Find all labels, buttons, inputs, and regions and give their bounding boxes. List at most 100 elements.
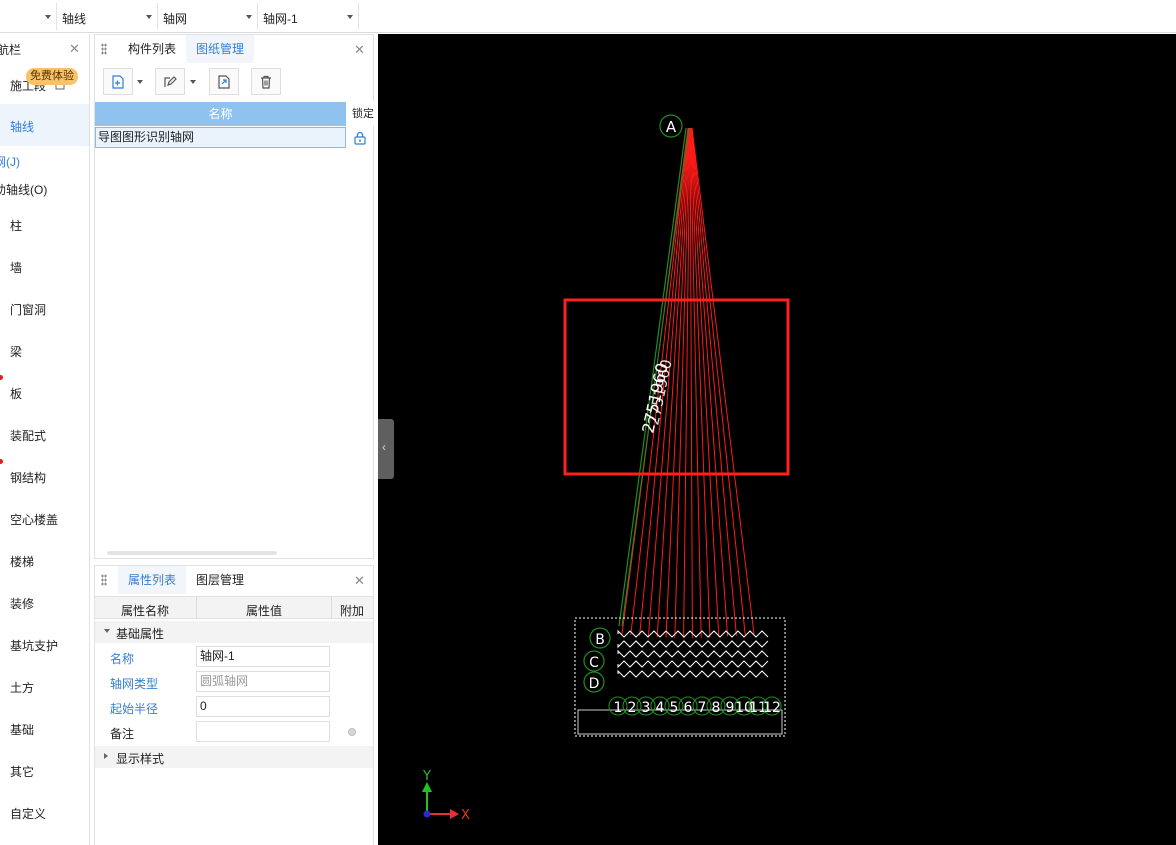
sidebar-item-foundation[interactable]: 基础 [0,707,89,749]
sidebar-item-steel-structure[interactable]: 钢结构 [0,455,89,497]
axis-label-col: 2 [628,700,637,716]
sidebar-item-wall[interactable]: 墙 [0,245,89,287]
app-window: 轴线 轴网 轴网-1 航栏 ✕ 施工段 免费体验 轴线 网(J) [0,0,1176,845]
nav-title: 航栏 [0,43,22,57]
caret-right-icon [104,753,108,759]
sidebar-item-beam[interactable]: 梁 [0,329,89,371]
sidebar-subitem-aux-axis[interactable]: 助轴线(O) [0,181,47,198]
column-divider [196,597,197,619]
group-basic-properties[interactable]: 基础属性 [95,621,373,643]
drawing-frame [574,617,786,737]
x-axis-arrow-icon [450,809,459,819]
tab-component-list[interactable]: 构件列表 [118,35,186,63]
drawing-detail-line [617,640,769,649]
drag-handle-icon[interactable] [101,43,107,55]
sidebar-item-custom[interactable]: 自定义 [0,791,89,833]
sidebar-item-label: 梁 [10,345,23,359]
property-row-name: 名称 轴网-1 [95,645,373,670]
table-row[interactable]: 导图图形识别轴网 [95,127,346,148]
property-panel: 属性列表 图层管理 ✕ 属性名称 属性值 附加 基础属性 名称 轴网-1 轴网类… [94,565,374,845]
sidebar-item-column[interactable]: 柱 [0,203,89,245]
sidebar-item-hollow-floor[interactable]: 空心楼盖 [0,497,89,539]
close-icon[interactable]: ✕ [354,574,365,587]
export-drawing-button[interactable] [209,68,239,95]
column-header-property-value: 属性值 [246,604,283,618]
sidebar-item-earthwork[interactable]: 土方 [0,665,89,707]
close-icon[interactable]: ✕ [354,43,365,56]
edit-icon [164,76,177,87]
axis-label-col: 7 [698,700,707,716]
property-value-input[interactable] [196,721,330,742]
column-header-name[interactable]: 名称 [95,102,346,126]
origin-point [423,810,431,818]
drawing-canvas[interactable]: A 2751960 2751960 B C D 1 2 3 4 5 6 7 8 9 10 11 12 [378,34,1176,845]
sidebar-item-label: 基坑支护 [10,639,59,653]
axis-label-b: B [595,632,605,648]
edit-drawing-dropdown[interactable] [187,68,199,95]
delete-drawing-button[interactable] [251,68,281,95]
layer-dropdown[interactable] [0,3,57,30]
axis-label-col: 1 [614,700,623,716]
group-label: 显示样式 [116,752,165,766]
drawing-detail-line [617,669,769,678]
sidebar-item-pit-support[interactable]: 基坑支护 [0,623,89,665]
attach-checkbox[interactable] [348,728,356,736]
column-header-lock[interactable]: 锁定 [346,102,374,126]
drag-handle-icon[interactable] [101,574,107,586]
instance-dropdown[interactable]: 轴网-1 [259,3,359,30]
component-dropdown[interactable]: 轴网 [159,3,258,30]
tab-layer-management[interactable]: 图层管理 [186,566,254,594]
sidebar-item-decoration[interactable]: 装修 [0,581,89,623]
radial-axis-line [691,127,755,635]
axis-label-col: 3 [642,700,651,716]
tab-drawing-management[interactable]: 图纸管理 [186,35,255,63]
axis-label-a: A [666,118,677,136]
sidebar-item-label: 装修 [10,597,35,611]
sidebar-item-label: 钢结构 [10,471,47,485]
drawing-detail-line [617,660,769,669]
drawing-toolbar [95,65,373,99]
chevron-down-icon [146,15,152,19]
edit-drawing-button[interactable] [155,68,185,95]
tab-property-list[interactable]: 属性列表 [118,566,187,594]
column-header-extra: 附加 [340,604,365,618]
axis-label-col: 9 [726,700,735,716]
radial-axis-line [690,127,720,637]
lock-icon[interactable] [353,131,367,145]
column-axis-bubbles: 1 2 3 4 5 6 7 8 9 101112 [608,696,782,716]
property-row-grid-type: 轴网类型 圆弧轴网 [95,670,373,695]
axis-label-col: 6 [684,700,693,716]
property-name: 轴网类型 [110,677,159,691]
sidebar-item-stairs[interactable]: 楼梯 [0,539,89,581]
chevron-down-icon [137,80,143,84]
cad-viewport[interactable]: A 2751960 2751960 B C D 1 2 3 4 5 6 7 8 9 101112 [378,34,1176,845]
group-display-style[interactable]: 显示样式 [95,746,373,768]
column-header-property-name: 属性名称 [121,604,170,618]
chevron-down-icon [190,80,196,84]
sidebar-item-axis[interactable]: 轴线 [0,104,89,146]
sidebar-item-label: 土方 [10,681,35,695]
property-row-note: 备注 [95,720,373,745]
sidebar-item-door-window[interactable]: 门窗洞 [0,287,89,329]
horizontal-scrollbar[interactable] [107,551,277,555]
axis-label-d: D [589,676,600,692]
close-icon[interactable]: ✕ [69,42,80,55]
sidebar-item-prefab[interactable]: 装配式 [0,413,89,455]
sidebar-item-slab[interactable]: 板 [0,371,89,413]
radial-axis-line [690,127,737,636]
add-drawing-dropdown[interactable] [134,68,146,95]
property-value-input[interactable]: 圆弧轴网 [196,671,330,692]
property-value-input[interactable]: 轴网-1 [196,646,330,667]
sidebar-item-label: 门窗洞 [10,303,47,317]
sidebar-subitem-grid[interactable]: 网(J) [0,153,20,170]
type-dropdown[interactable]: 轴线 [58,3,158,30]
property-value-input[interactable]: 0 [196,696,330,717]
drawing-detail [577,629,783,735]
sidebar-item-label: 墙 [10,261,23,275]
sidebar-item-other[interactable]: 其它 [0,749,89,791]
radial-grid-lines [621,127,755,638]
free-trial-badge[interactable]: 免费体验 [26,68,78,85]
collapse-panel-handle[interactable]: ‹ [378,419,394,479]
add-drawing-button[interactable] [103,68,133,95]
chevron-down-icon [347,15,353,19]
